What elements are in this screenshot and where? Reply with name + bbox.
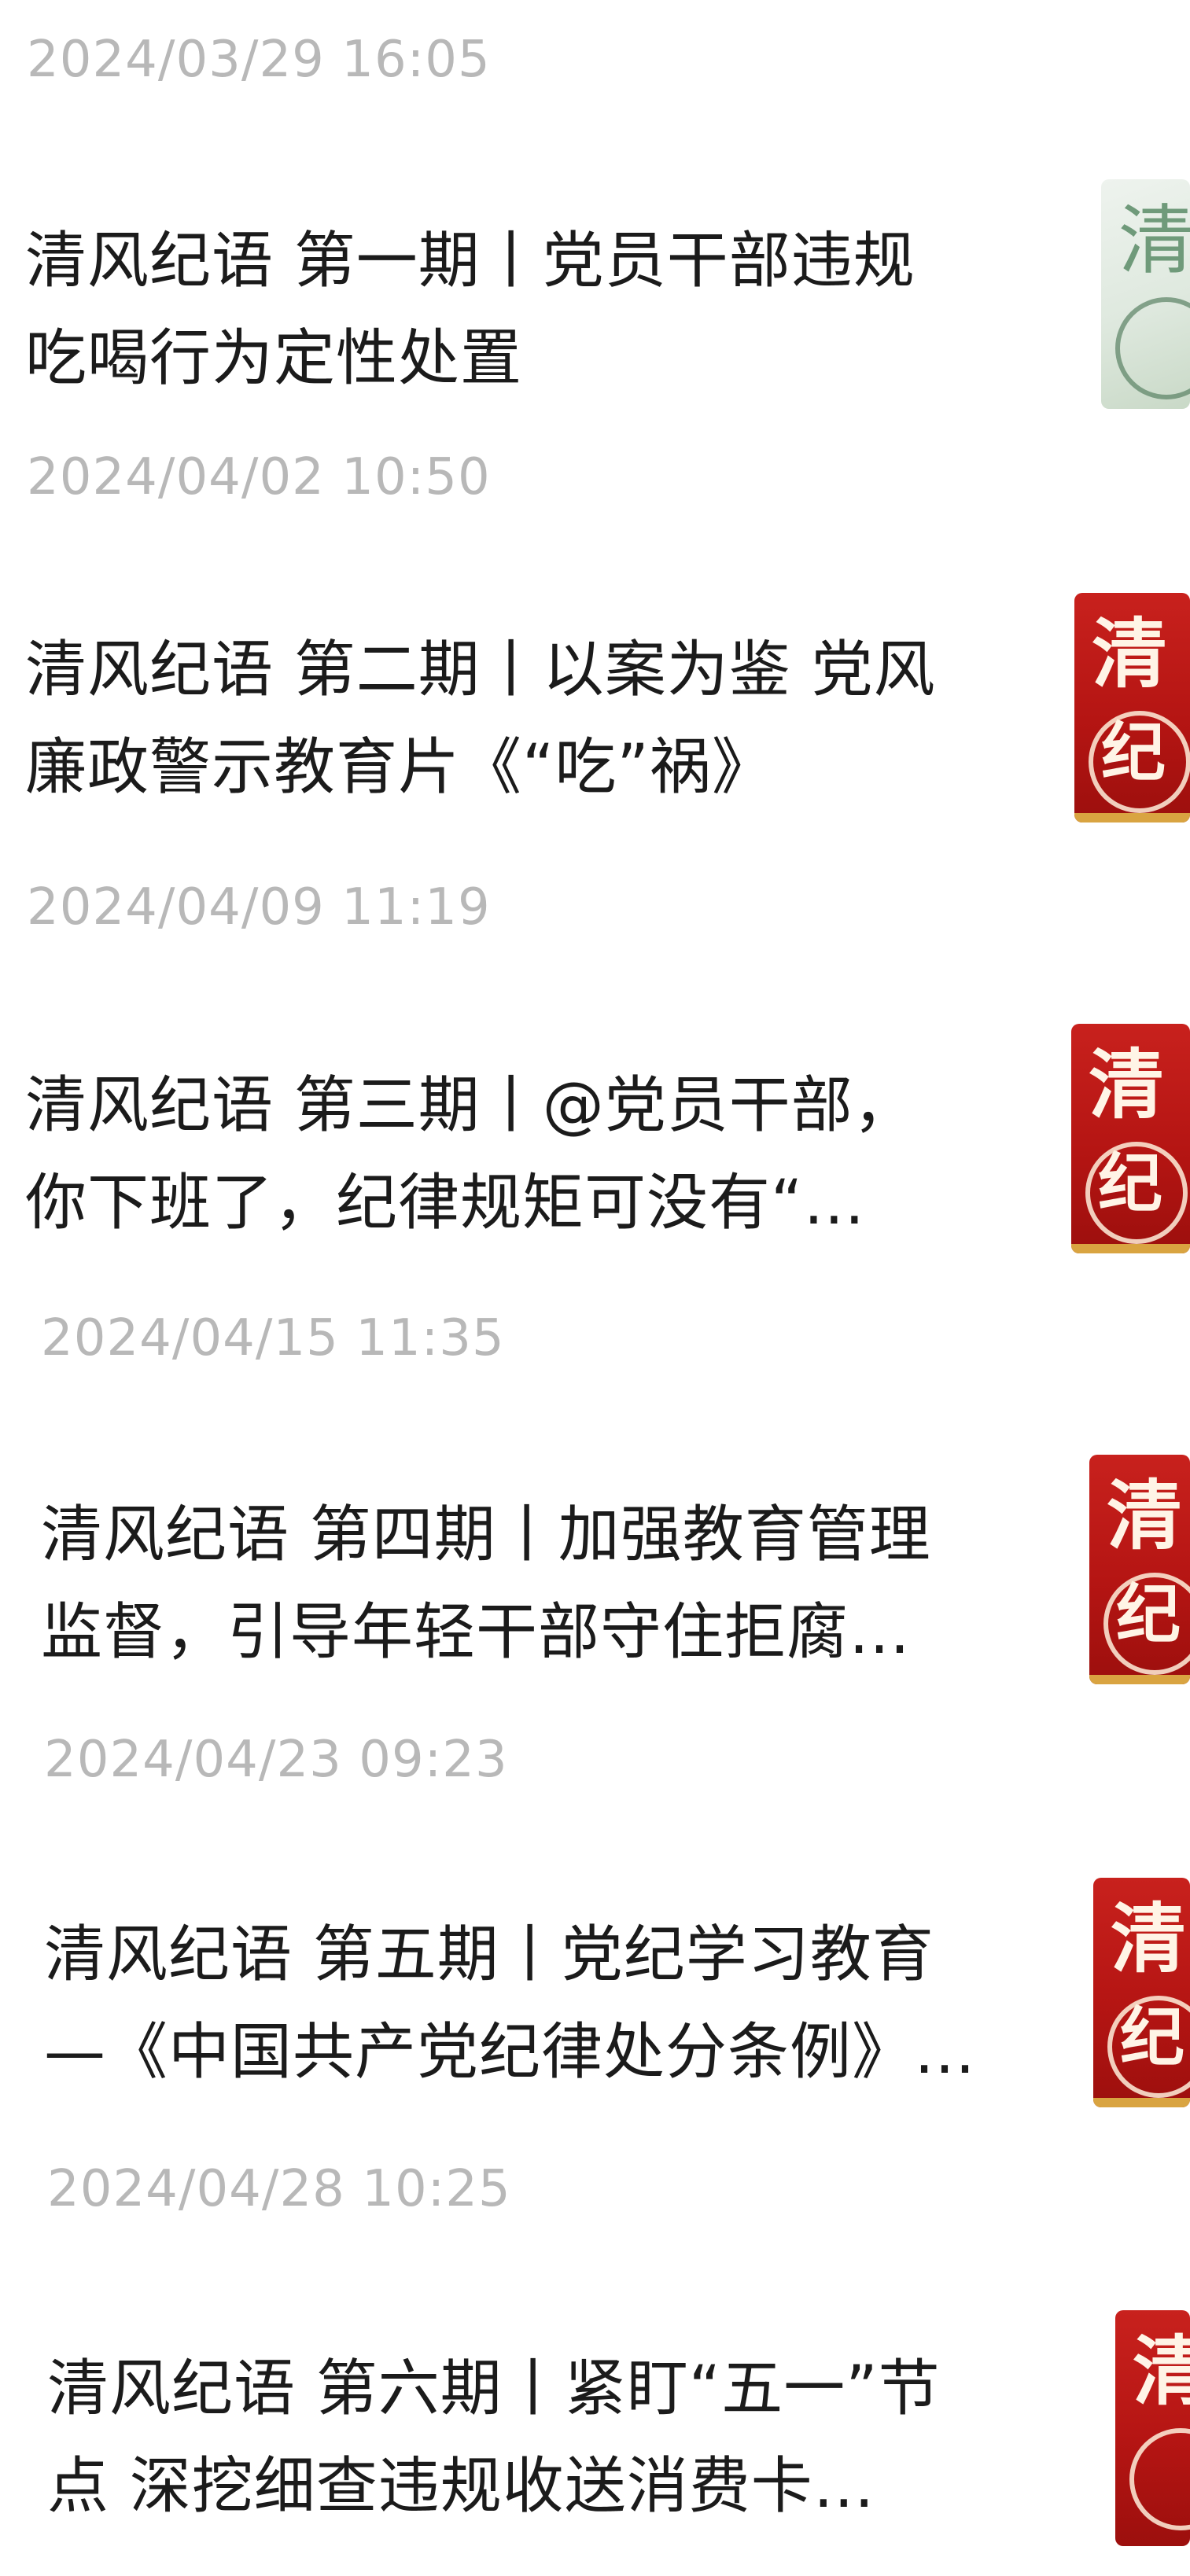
article-title-line: 廉政警示教育片《“吃”祸》 [25,732,774,803]
publish-date: 2024/04/02 10:50 [27,448,491,506]
thumbnail-glyph: 清 [1089,1040,1164,1129]
thumbnail-ring-icon [1085,1142,1188,1244]
article-title-line: 清风纪语 第五期丨党纪学习教育 [44,1919,934,1990]
article-title-line: 你下班了，纪律规矩可没有“… [25,1168,866,1238]
article-list-page: 2024/03/29 16:05 清风纪语 第一期丨党员干部违规 吃喝行为定性处… [0,0,1190,2576]
article-thumbnail: 清 [1101,179,1190,409]
publish-date: 2024/04/28 10:25 [47,2160,511,2218]
thumbnail-glyph: 清 [1092,609,1167,698]
article-title: 清风纪语 第三期丨@党员干部， 你下班了，纪律规矩可没有“… [25,1057,1048,1252]
article-title-line: 吃喝行为定性处置 [25,323,523,394]
article-title: 清风纪语 第二期丨以案为鉴 党风 廉政警示教育片《“吃”祸》 [25,621,1048,816]
thumbnail-glyph: 清 [1107,1471,1182,1560]
thumbnail-glyph: 清 [1111,1894,1186,1983]
publish-date: 2024/04/15 11:35 [41,1309,505,1367]
article-item-issue-6[interactable]: 清风纪语 第六期丨紧盯“五一”节 点 深挖细查违规收送消费卡… 清 [0,2296,1190,2548]
publish-date: 2024/04/09 11:19 [27,878,491,937]
thumbnail-gold-bar [1071,1244,1190,1253]
article-title: 清风纪语 第一期丨党员干部违规 吃喝行为定性处置 [25,212,1048,407]
article-thumbnail: 清 [1115,2310,1190,2546]
article-item-issue-3[interactable]: 清风纪语 第三期丨@党员干部， 你下班了，纪律规矩可没有“… 清 纪 [0,1013,1190,1264]
publish-date: 2024/04/23 09:23 [44,1731,508,1789]
thumbnail-glyph: 清 [1118,197,1190,285]
thumbnail-gold-bar [1089,1675,1190,1684]
article-item-issue-5[interactable]: 清风纪语 第五期丨党纪学习教育 —《中国共产党纪律处分条例》… 清 纪 [0,1867,1190,2118]
article-thumbnail: 清 纪 [1089,1455,1190,1684]
thumbnail-gold-bar [1074,813,1190,822]
thumbnail-glyph: 清 [1133,2327,1190,2416]
article-title-line: 清风纪语 第四期丨加强教育管理 [41,1500,931,1570]
article-title-line: 清风纪语 第一期丨党员干部违规 [25,226,916,296]
article-title: 清风纪语 第四期丨加强教育管理 监督，引导年轻干部守住拒腐… [41,1486,1063,1681]
article-title-line: 清风纪语 第二期丨以案为鉴 党风 [25,635,936,705]
article-title: 清风纪语 第五期丨党纪学习教育 —《中国共产党纪律处分条例》… [44,1906,1067,2101]
article-item-issue-2[interactable]: 清风纪语 第二期丨以案为鉴 党风 廉政警示教育片《“吃”祸》 清 纪 [0,582,1190,834]
article-title-line: 监督，引导年轻干部守住拒腐… [41,1597,912,1668]
article-thumbnail: 清 纪 [1074,593,1190,822]
thumbnail-gold-bar [1093,2098,1190,2107]
thumbnail-ring-icon [1129,2428,1190,2530]
article-thumbnail: 清 纪 [1093,1878,1190,2107]
publish-date: 2024/03/29 16:05 [27,31,491,89]
article-title-line: 清风纪语 第六期丨紧盯“五一”节 [47,2353,941,2424]
article-thumbnail: 清 纪 [1071,1024,1190,1253]
article-item-issue-4[interactable]: 清风纪语 第四期丨加强教育管理 监督，引导年轻干部守住拒腐… 清 纪 [0,1444,1190,1695]
article-title-line: 点 深挖细查违规收送消费卡… [47,2451,875,2522]
article-title-line: 清风纪语 第三期丨@党员干部， [25,1070,916,1141]
article-title: 清风纪语 第六期丨紧盯“五一”节 点 深挖细查违规收送消费卡… [47,2340,1070,2535]
thumbnail-ring-icon [1089,711,1190,813]
article-title-line: —《中国共产党纪律处分条例》… [44,2017,977,2088]
article-item-issue-1[interactable]: 清风纪语 第一期丨党员干部违规 吃喝行为定性处置 清 [0,165,1190,417]
thumbnail-ring-icon [1115,297,1190,399]
